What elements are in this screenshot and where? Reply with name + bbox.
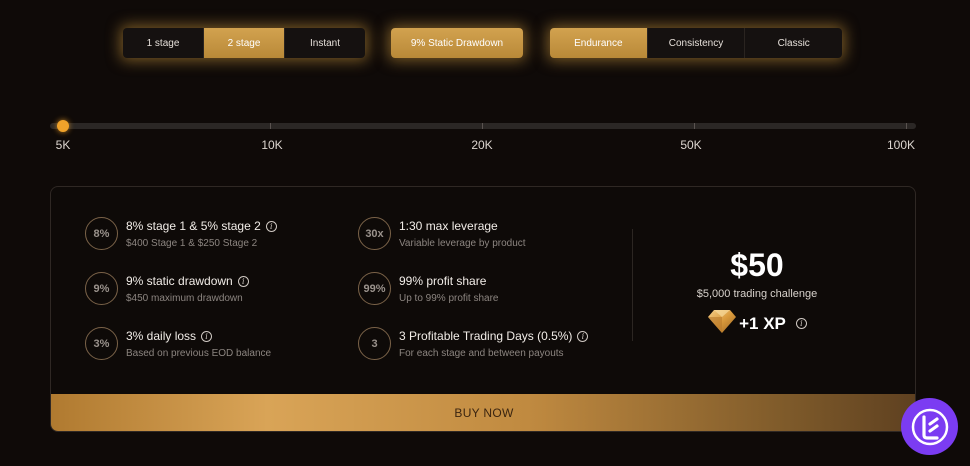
drawdown-option[interactable]: 9% Static Drawdown <box>391 28 523 58</box>
info-icon[interactable]: i <box>201 330 213 342</box>
feature-profit-share: 99% 99% profit share Up to 99% profit sh… <box>358 272 499 305</box>
challenge-type-selector: Endurance Consistency Classic <box>550 28 842 58</box>
feature-profit-target: 8% 8% stage 1 & 5% stage 2 i $400 Stage 1… <box>85 217 277 250</box>
slider-label-100k[interactable]: 100K <box>887 138 915 152</box>
feature-title: 8% stage 1 & 5% stage 2 <box>126 219 261 233</box>
info-icon[interactable]: i <box>237 275 249 287</box>
account-size-slider-track[interactable] <box>50 123 916 129</box>
feature-title: 3 Profitable Trading Days (0.5%) <box>399 329 573 343</box>
feature-title: 9% static drawdown <box>126 274 233 288</box>
feature-title: 99% profit share <box>399 274 487 288</box>
info-icon[interactable]: i <box>265 220 277 232</box>
slider-label-5k[interactable]: 5K <box>56 138 71 152</box>
slider-tick <box>906 123 907 129</box>
pricing-block: $50 $5,000 trading challenge +1 XP i <box>651 247 863 339</box>
feature-title: 3% daily loss <box>126 329 197 343</box>
xp-reward: +1 XP i <box>651 308 863 339</box>
type-option-endurance[interactable]: Endurance <box>550 28 648 58</box>
feature-badge: 3% <box>85 327 118 360</box>
challenge-card: 8% 8% stage 1 & 5% stage 2 i $400 Stage 1… <box>50 186 916 432</box>
drawdown-selector: 9% Static Drawdown <box>391 28 523 58</box>
account-size-slider-handle[interactable] <box>57 120 69 132</box>
slider-tick <box>482 123 483 129</box>
challenge-description: $5,000 trading challenge <box>696 288 818 300</box>
feature-badge: 30x <box>358 217 391 250</box>
info-icon[interactable]: i <box>577 330 589 342</box>
stage-option-2[interactable]: 2 stage <box>204 28 285 58</box>
slider-tick <box>270 123 271 129</box>
feature-subtitle: Up to 99% profit share <box>399 293 499 304</box>
feature-leverage: 30x 1:30 max leverage Variable leverage … <box>358 217 526 250</box>
feature-trading-days: 3 3 Profitable Trading Days (0.5%) i For … <box>358 327 589 360</box>
type-option-classic[interactable]: Classic <box>745 28 842 58</box>
info-icon[interactable]: i <box>795 318 807 329</box>
type-option-consistency[interactable]: Consistency <box>648 28 746 58</box>
feature-subtitle: $450 maximum drawdown <box>126 293 243 304</box>
slider-label-10k[interactable]: 10K <box>261 138 282 152</box>
xp-value: +1 XP <box>739 313 786 333</box>
stage-option-1[interactable]: 1 stage <box>123 28 204 58</box>
buy-now-button[interactable]: BUY NOW <box>51 394 915 431</box>
feature-subtitle: Variable leverage by product <box>399 238 526 249</box>
brand-logo <box>901 398 958 455</box>
card-divider <box>632 229 633 341</box>
slider-tick <box>694 123 695 129</box>
slider-label-50k[interactable]: 50K <box>680 138 701 152</box>
feature-badge: 99% <box>358 272 391 305</box>
feature-badge: 3 <box>358 327 391 360</box>
feature-title: 1:30 max leverage <box>399 219 498 233</box>
diamond-icon <box>707 308 737 339</box>
price: $50 <box>730 247 784 283</box>
feature-badge: 8% <box>85 217 118 250</box>
feature-subtitle: For each stage and between payouts <box>399 348 564 359</box>
feature-subtitle: $400 Stage 1 & $250 Stage 2 <box>126 238 258 249</box>
stage-option-instant[interactable]: Instant <box>285 28 365 58</box>
feature-daily-loss: 3% 3% daily loss i Based on previous EOD … <box>85 327 271 360</box>
feature-badge: 9% <box>85 272 118 305</box>
stage-selector: 1 stage 2 stage Instant <box>123 28 365 58</box>
slider-label-20k[interactable]: 20K <box>471 138 492 152</box>
feature-subtitle: Based on previous EOD balance <box>126 348 272 359</box>
feature-drawdown: 9% 9% static drawdown i $450 maximum draw… <box>85 272 249 305</box>
